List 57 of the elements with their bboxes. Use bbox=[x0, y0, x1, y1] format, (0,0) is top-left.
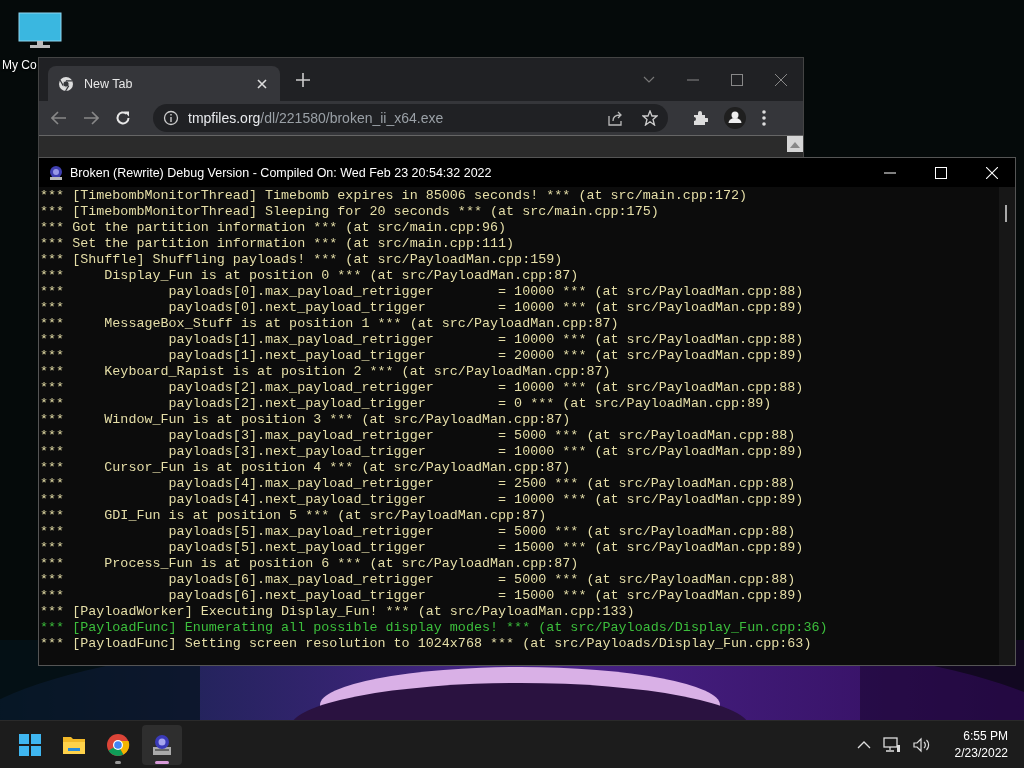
console-line: *** payloads[0].next_payload_trigger = 10000 *** (at src/PayloadMan.cpp:89) bbox=[40, 300, 805, 316]
console-line: *** payloads[3].max_payload_retrigger = 5000 *** (at src/PayloadMan.cpp:88) bbox=[40, 428, 797, 444]
icon-label[interactable]: My Co bbox=[2, 58, 37, 72]
console-line: *** Window_Fun is at position 3 *** (at src/PayloadMan.cpp:87) bbox=[40, 412, 572, 428]
console-line: *** payloads[4].max_payload_retrigger = 2500 *** (at src/PayloadMan.cpp:88) bbox=[40, 476, 797, 492]
new-tab-icon[interactable] bbox=[296, 72, 310, 87]
reload-icon[interactable] bbox=[115, 110, 131, 126]
network-icon[interactable] bbox=[882, 736, 901, 753]
console-line: *** payloads[6].max_payload_retrigger = 5000 *** (at src/PayloadMan.cpp:88) bbox=[40, 572, 797, 588]
console-line: *** [PayloadFunc] Setting screen resolution to 1024x768 *** (at src/Payloads/Display_Fun.cpp:63) bbox=[40, 636, 813, 652]
console-line: *** payloads[6].next_payload_trigger = 15000 *** (at src/PayloadMan.cpp:89) bbox=[40, 588, 805, 604]
menu-icon[interactable] bbox=[762, 110, 766, 126]
console-line: *** payloads[4].next_payload_trigger = 10000 *** (at src/PayloadMan.cpp:89) bbox=[40, 492, 805, 508]
console-line: *** Display_Fun is at position 0 *** (at src/PayloadMan.cpp:87) bbox=[40, 268, 580, 284]
console-line: *** [PayloadFunc] Enumerating all possible display modes! *** (at src/Payloads/Display_Fun.cpp:36) bbox=[40, 620, 829, 636]
address-bar[interactable]: tmpfiles.org/dl/221580/broken_ii_x64.exe bbox=[153, 104, 668, 132]
console-line: *** [TimebombMonitorThread] Timebomb expires in 85006 seconds! *** (at src/main.cpp:172) bbox=[40, 188, 749, 204]
taskbar-button[interactable] bbox=[142, 724, 182, 765]
profile-icon[interactable] bbox=[724, 107, 746, 129]
info-icon[interactable] bbox=[163, 110, 179, 126]
console-line: *** Got the partition information *** (at src/main.cpp:96) bbox=[40, 220, 508, 236]
chevron-up-icon[interactable] bbox=[856, 740, 871, 749]
console-line: *** payloads[0].max_payload_retrigger = 10000 *** (at src/PayloadMan.cpp:88) bbox=[40, 284, 805, 300]
console-line: *** Set the partition information *** (at src/main.cpp:111) bbox=[40, 236, 516, 252]
console-line: *** GDI_Fun is at position 5 *** (at src/PayloadMan.cpp:87) bbox=[40, 508, 548, 524]
share-icon[interactable] bbox=[607, 110, 625, 126]
console-line: *** MessageBox_Stuff is at position 1 *** (at src/PayloadMan.cpp:87) bbox=[40, 316, 620, 332]
browser-icon bbox=[106, 732, 130, 757]
puzzle-icon[interactable] bbox=[692, 110, 708, 126]
computer-icon[interactable] bbox=[18, 12, 62, 50]
console-line: *** [Shuffle] Shuffling payloads! *** (at src/PayloadMan.cpp:159) bbox=[40, 252, 564, 268]
console-line: *** payloads[5].next_payload_trigger = 15000 *** (at src/PayloadMan.cpp:89) bbox=[40, 540, 805, 556]
console-line: *** payloads[1].max_payload_retrigger = 10000 *** (at src/PayloadMan.cpp:88) bbox=[40, 332, 805, 348]
forward-icon[interactable] bbox=[83, 111, 99, 125]
windows-icon bbox=[18, 732, 42, 757]
clock[interactable]: 6:55 PM 2/23/2022 bbox=[954, 727, 1008, 762]
star-icon[interactable] bbox=[642, 110, 658, 126]
chevron-down-icon[interactable] bbox=[643, 75, 655, 84]
back-icon[interactable] bbox=[51, 111, 67, 125]
app-icon bbox=[48, 164, 64, 181]
speaker-icon[interactable] bbox=[912, 736, 931, 753]
console-line: *** [PayloadWorker] Executing Display_Fun! *** (at src/PayloadMan.cpp:133) bbox=[40, 604, 636, 620]
console-line: *** [TimebombMonitorThread] Sleeping for 20 seconds *** (at src/main.cpp:175) bbox=[40, 204, 660, 220]
console-line: *** Process_Fun is at position 6 *** (at src/PayloadMan.cpp:87) bbox=[40, 556, 580, 572]
console-line: *** Cursor_Fun is at position 4 *** (at src/PayloadMan.cpp:87) bbox=[40, 460, 572, 476]
console-line: *** Keyboard_Rapist is at position 2 *** (at src/PayloadMan.cpp:87) bbox=[40, 364, 612, 380]
app-icon bbox=[150, 732, 174, 757]
console-line: *** payloads[1].next_payload_trigger = 20000 *** (at src/PayloadMan.cpp:89) bbox=[40, 348, 805, 364]
console-line: *** payloads[3].next_payload_trigger = 10000 *** (at src/PayloadMan.cpp:89) bbox=[40, 444, 805, 460]
console-line: *** payloads[2].next_payload_trigger = 0 *** (at src/PayloadMan.cpp:89) bbox=[40, 396, 773, 412]
console-line: *** payloads[5].max_payload_retrigger = 5000 *** (at src/PayloadMan.cpp:88) bbox=[40, 524, 797, 540]
scrollbar[interactable] bbox=[787, 136, 803, 152]
scroll-thumb[interactable] bbox=[1005, 205, 1007, 222]
globe-icon bbox=[58, 75, 74, 92]
window-title: Broken (Rewrite) Debug Version - Compiled On: Wed Feb 23 20:54:32 2022 bbox=[70, 165, 492, 180]
browser-tab[interactable]: New Tab bbox=[48, 66, 280, 101]
console-line: *** payloads[2].max_payload_retrigger = 10000 *** (at src/PayloadMan.cpp:88) bbox=[40, 380, 805, 396]
